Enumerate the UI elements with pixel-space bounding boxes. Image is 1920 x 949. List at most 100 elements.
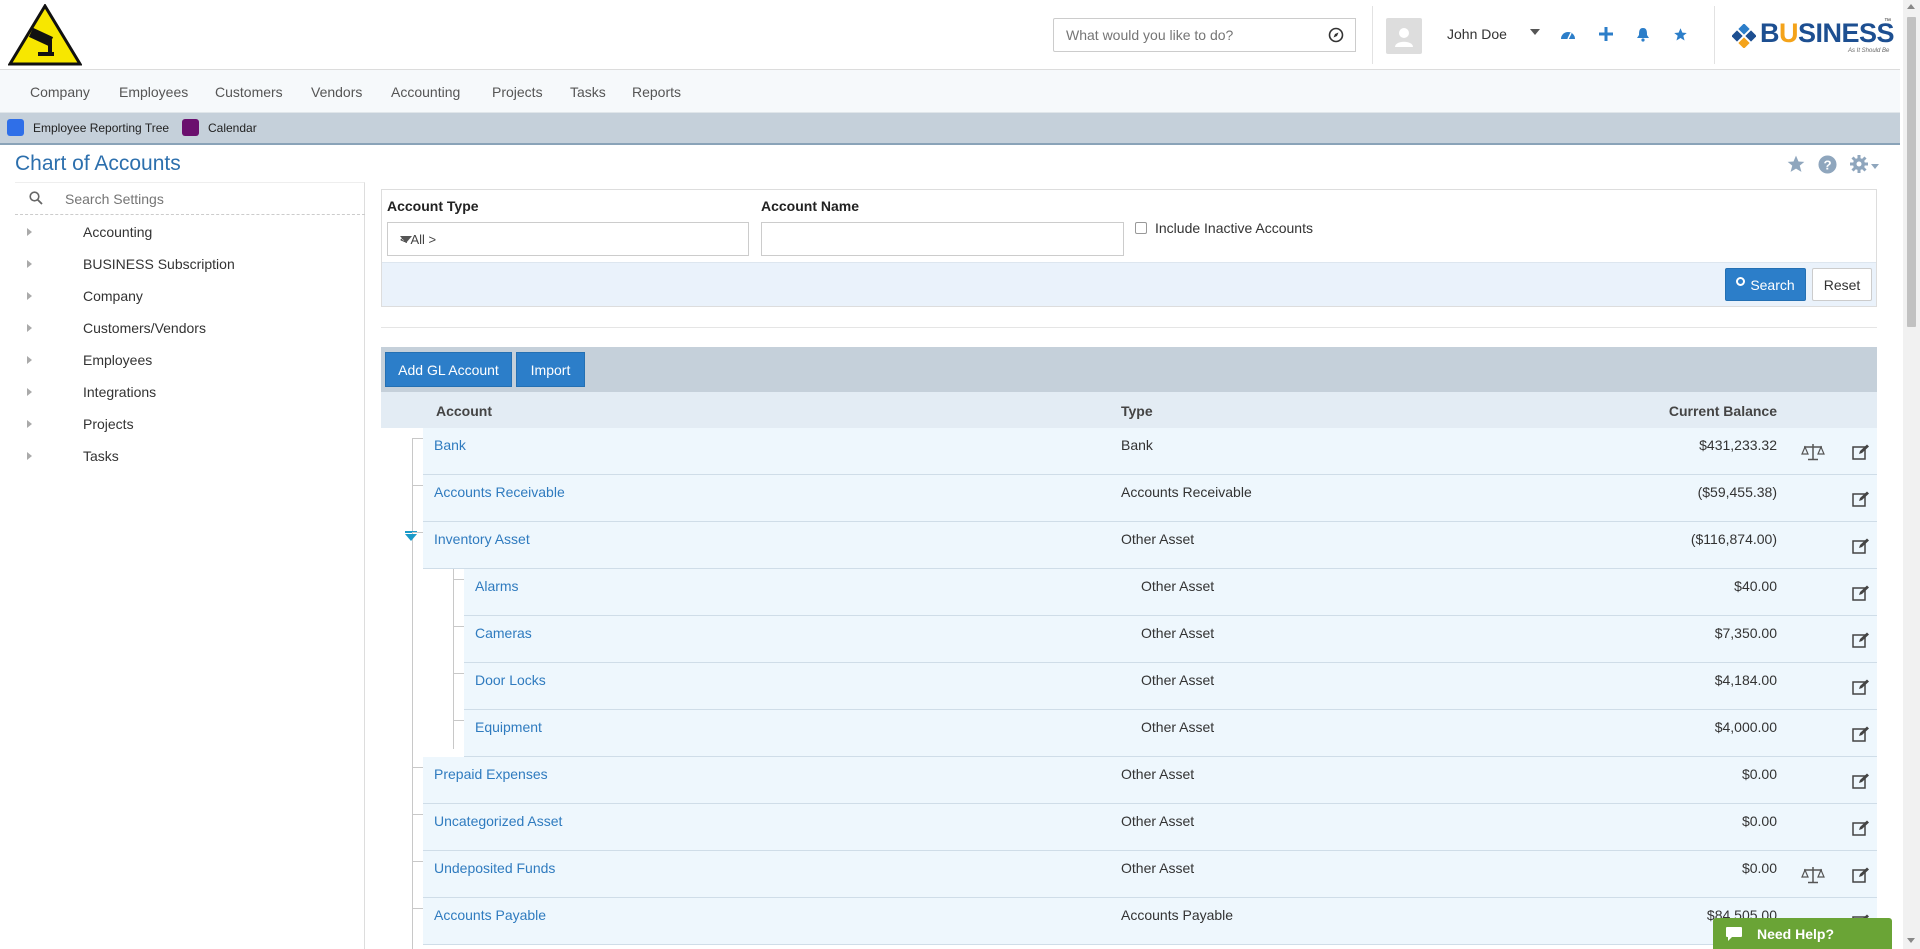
page-scrollbar[interactable] (1903, 0, 1920, 949)
avatar[interactable] (1386, 18, 1422, 54)
include-inactive-checkbox[interactable]: Include Inactive Accounts (1135, 220, 1313, 236)
scrollbar-thumb[interactable] (1907, 17, 1916, 327)
accounts-grid: Bank Bank $431,233.32 Accounts Receivable Ac… (381, 428, 1877, 949)
sidebar-item-accounting[interactable]: Accounting (15, 217, 365, 249)
account-type: Other Asset (1121, 860, 1195, 876)
column-header-type[interactable]: Type (1121, 403, 1153, 419)
nav-company[interactable]: Company (30, 84, 90, 100)
account-link[interactable]: Uncategorized Asset (434, 813, 562, 829)
checkbox-box[interactable] (1135, 222, 1147, 234)
brand-logo[interactable]: BUSINESS ™ As It Should Be (1732, 18, 1895, 60)
notifications-bell-icon[interactable] (1633, 24, 1653, 44)
search-button[interactable]: Search (1725, 268, 1806, 301)
favorites-star-icon[interactable] (1670, 24, 1690, 44)
edit-icon[interactable] (1852, 867, 1870, 883)
command-search-box[interactable] (1053, 18, 1318, 52)
edit-icon[interactable] (1852, 726, 1870, 742)
expand-triangle-icon[interactable] (27, 452, 32, 460)
settings-caret-icon[interactable] (1871, 164, 1879, 170)
need-help-widget[interactable]: Need Help? (1713, 918, 1892, 949)
nav-tasks[interactable]: Tasks (570, 84, 606, 100)
column-header-account[interactable]: Account (436, 403, 492, 419)
favorite-employee-reporting-tree[interactable]: Employee Reporting Tree (7, 119, 169, 136)
account-name-field[interactable] (761, 222, 1124, 256)
settings-gear-icon[interactable] (1849, 154, 1869, 174)
account-link[interactable]: Alarms (475, 578, 519, 594)
expand-triangle-icon[interactable] (27, 228, 32, 236)
expand-triangle-icon[interactable] (27, 324, 32, 332)
company-logo[interactable] (8, 4, 82, 66)
account-balance: $0.00 (1741, 766, 1777, 782)
brand-tagline: As It Should Be (1848, 48, 1890, 54)
nav-accounting[interactable]: Accounting (391, 84, 460, 100)
account-link[interactable]: Bank (434, 437, 466, 453)
account-balance: ($116,874.00) (1690, 531, 1777, 547)
import-button[interactable]: Import (516, 352, 585, 387)
sidebar-item-integrations[interactable]: Integrations (15, 377, 365, 409)
header-divider (1714, 6, 1715, 64)
account-link[interactable]: Accounts Receivable (434, 484, 565, 500)
account-link[interactable]: Cameras (475, 625, 532, 641)
edit-icon[interactable] (1852, 491, 1870, 507)
account-balance: $4,000.00 (1714, 719, 1777, 735)
reconcile-scale-icon[interactable] (1801, 866, 1825, 884)
sidebar-item-business-subscription[interactable]: BUSINESS Subscription (15, 249, 365, 281)
settings-search-input[interactable] (65, 187, 355, 211)
reset-button[interactable]: Reset (1812, 268, 1872, 301)
brand-wordmark: BUSINESS (1760, 18, 1895, 48)
add-icon[interactable] (1596, 24, 1616, 44)
expand-triangle-icon[interactable] (27, 420, 32, 428)
scroll-down-icon[interactable] (1907, 938, 1915, 943)
account-link[interactable]: Door Locks (475, 672, 546, 688)
dashboard-icon[interactable] (1558, 24, 1578, 44)
grid-header: Account Type Current Balance (381, 392, 1877, 428)
sidebar-item-projects[interactable]: Projects (15, 409, 365, 441)
account-link[interactable]: Undeposited Funds (434, 860, 555, 876)
command-search-input[interactable] (1054, 19, 1316, 51)
column-header-balance[interactable]: Current Balance (1669, 403, 1777, 419)
tree-connector (412, 814, 423, 815)
account-link[interactable]: Prepaid Expenses (434, 766, 548, 782)
nav-vendors[interactable]: Vendors (311, 84, 362, 100)
sidebar-item-company[interactable]: Company (15, 281, 365, 313)
command-search-button[interactable] (1316, 18, 1356, 52)
user-name[interactable]: John Doe (1447, 26, 1507, 42)
sidebar-item-employees[interactable]: Employees (15, 345, 365, 377)
account-type-select[interactable]: < All > (387, 222, 749, 256)
account-link[interactable]: Equipment (475, 719, 542, 735)
nav-reports[interactable]: Reports (632, 84, 681, 100)
expand-triangle-icon[interactable] (27, 260, 32, 268)
help-question-icon[interactable]: ? (1818, 154, 1837, 174)
account-link[interactable]: Accounts Payable (434, 907, 546, 923)
edit-icon[interactable] (1852, 773, 1870, 789)
edit-icon[interactable] (1852, 444, 1870, 460)
header-divider (1372, 6, 1373, 64)
tree-connector (453, 579, 464, 580)
edit-icon[interactable] (1852, 538, 1870, 554)
sidebar-item-customers-vendors[interactable]: Customers/Vendors (15, 313, 365, 345)
add-gl-account-button[interactable]: Add GL Account (385, 352, 512, 387)
tree-connector (412, 485, 423, 486)
sidebar-item-label: Tasks (83, 448, 119, 464)
expand-triangle-icon[interactable] (27, 388, 32, 396)
account-balance: $4,184.00 (1714, 672, 1777, 688)
user-menu-caret-icon[interactable] (1530, 29, 1540, 35)
favorites-bar: Employee Reporting Tree Calendar (0, 113, 1900, 145)
edit-icon[interactable] (1852, 585, 1870, 601)
expand-triangle-icon[interactable] (27, 356, 32, 364)
nav-employees[interactable]: Employees (119, 84, 188, 100)
favorite-calendar[interactable]: Calendar (182, 119, 257, 136)
expand-triangle-icon[interactable] (27, 292, 32, 300)
reconcile-scale-icon[interactable] (1801, 443, 1825, 461)
scroll-up-icon[interactable] (1907, 4, 1915, 9)
sidebar-item-tasks[interactable]: Tasks (15, 441, 365, 473)
tree-connector (412, 861, 423, 862)
nav-projects[interactable]: Projects (492, 84, 543, 100)
edit-icon[interactable] (1852, 679, 1870, 695)
edit-icon[interactable] (1852, 820, 1870, 836)
edit-icon[interactable] (1852, 632, 1870, 648)
search-button-icon (1736, 277, 1746, 286)
nav-customers[interactable]: Customers (215, 84, 283, 100)
favorite-page-star-icon[interactable] (1786, 154, 1806, 174)
account-link[interactable]: Inventory Asset (434, 531, 530, 547)
